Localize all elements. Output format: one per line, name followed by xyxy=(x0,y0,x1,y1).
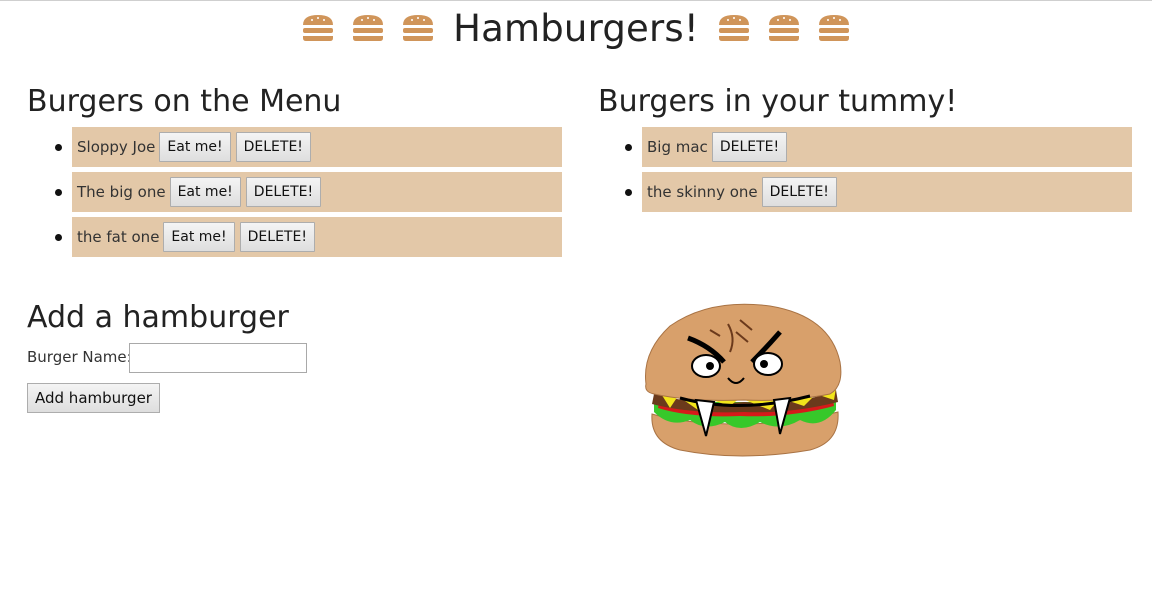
eat-button[interactable]: Eat me! xyxy=(169,177,241,207)
delete-button[interactable]: DELETE! xyxy=(711,132,788,162)
delete-button[interactable]: DELETE! xyxy=(235,132,311,162)
list-bullet xyxy=(625,189,632,196)
tummy-heading: Burgers in your tummy! xyxy=(598,84,958,119)
hamburger-icon xyxy=(718,15,749,41)
eaten-item: the skinny one DELETE! xyxy=(625,172,1132,212)
menu-item: The big one Eat me! DELETE! xyxy=(55,172,562,212)
burger-name-input[interactable] xyxy=(129,343,307,373)
delete-button[interactable]: DELETE! xyxy=(239,222,315,252)
list-bullet xyxy=(55,144,62,151)
menu-heading: Burgers on the Menu xyxy=(27,84,342,119)
page-title: Hamburgers! xyxy=(453,6,699,50)
burger-name: the fat one xyxy=(77,228,160,246)
burger-name-label: Burger Name: xyxy=(27,348,132,366)
hamburger-icon xyxy=(403,15,434,41)
menu-list: Sloppy Joe Eat me! DELETE! The big one E… xyxy=(55,127,562,262)
menu-item: the fat one Eat me! DELETE! xyxy=(55,217,562,257)
tummy-list: Big mac DELETE! the skinny one DELETE! xyxy=(625,127,1132,217)
eaten-item: Big mac DELETE! xyxy=(625,127,1132,167)
page-header: Hamburgers! xyxy=(0,4,1152,52)
list-bullet xyxy=(55,234,62,241)
delete-button[interactable]: DELETE! xyxy=(245,177,322,207)
hamburger-icon xyxy=(353,15,384,41)
menu-item: Sloppy Joe Eat me! DELETE! xyxy=(55,127,562,167)
hamburger-icon xyxy=(768,15,799,41)
burger-name: The big one xyxy=(77,183,166,201)
hamburger-icon xyxy=(303,15,334,41)
burger-name: Big mac xyxy=(647,138,708,156)
top-border xyxy=(0,0,1152,1)
hamburger-icon xyxy=(818,15,849,41)
burger-name: the skinny one xyxy=(647,183,758,201)
add-form-heading: Add a hamburger xyxy=(27,300,289,335)
list-bullet xyxy=(625,144,632,151)
eat-button[interactable]: Eat me! xyxy=(163,222,235,252)
eat-button[interactable]: Eat me! xyxy=(159,132,231,162)
angry-burger-monster-illustration xyxy=(645,303,842,457)
delete-button[interactable]: DELETE! xyxy=(761,177,837,207)
burger-name: Sloppy Joe xyxy=(77,138,156,156)
add-hamburger-button[interactable]: Add hamburger xyxy=(27,383,160,413)
list-bullet xyxy=(55,189,62,196)
